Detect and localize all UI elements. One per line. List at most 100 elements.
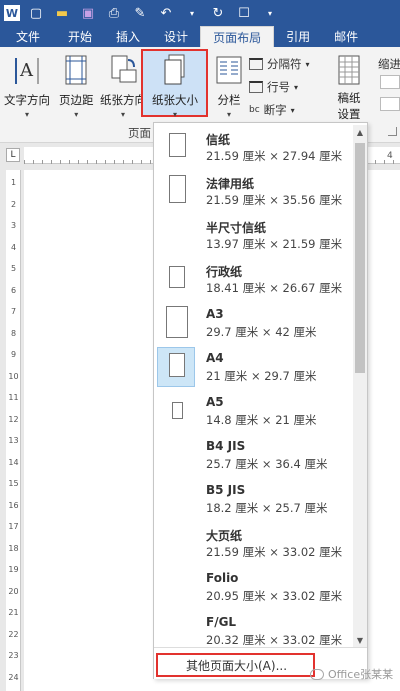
- format-painter-icon[interactable]: ✎: [130, 3, 150, 23]
- vertical-ruler-number: 3: [10, 221, 17, 230]
- dropdown-scrollbar[interactable]: ▲ ▼: [353, 125, 367, 647]
- paper-size-name: 大页纸: [206, 529, 243, 543]
- paper-size-name: Folio: [206, 571, 239, 585]
- paper-size-item[interactable]: 半尺寸信纸 13.97 厘米 × 21.59 厘米: [154, 213, 352, 257]
- paper-size-dimensions: 29.7 厘米 × 42 厘米: [206, 325, 317, 339]
- dialog-launcher-icon[interactable]: [388, 127, 397, 136]
- open-folder-icon[interactable]: ▬: [52, 3, 72, 23]
- save-icon[interactable]: ▣: [78, 3, 98, 23]
- paper-thumb-box: [157, 567, 195, 607]
- indent-label: 缩进: [378, 57, 400, 71]
- more-paper-sizes-button[interactable]: 其他页面大小(A)...: [156, 653, 315, 677]
- vertical-ruler-number: 8: [10, 328, 17, 338]
- vertical-ruler[interactable]: 1 2 3 4 5 6 7 8 9 10 11 12 13 14 15 16 17 18 19 20 21 22 23 24: [6, 170, 21, 691]
- paper-size-item[interactable]: 法律用纸 21.59 厘米 × 35.56 厘米: [154, 169, 352, 213]
- undo-icon[interactable]: ↶: [156, 3, 176, 23]
- paper-thumbnail-icon: [169, 266, 185, 288]
- scrollbar-thumb[interactable]: [355, 143, 365, 373]
- orientation-button[interactable]: 纸张方向 ▾: [100, 52, 146, 124]
- tab-references[interactable]: 引用: [274, 26, 322, 47]
- paper-size-dimensions: 20.32 厘米 × 33.02 厘米: [206, 633, 343, 647]
- tab-selector[interactable]: L: [6, 148, 20, 162]
- tab-insert[interactable]: 插入: [104, 26, 152, 47]
- vertical-ruler-number: 24: [8, 672, 19, 682]
- breaks-icon: [249, 58, 263, 70]
- tab-home[interactable]: 开始: [56, 26, 104, 47]
- chevron-down-icon: ▾: [305, 59, 310, 69]
- customize-toolbar-icon[interactable]: ☐: [234, 3, 254, 23]
- paper-size-name: F/GL: [206, 615, 237, 629]
- paper-size-item[interactable]: A3 29.7 厘米 × 42 厘米: [154, 301, 352, 345]
- columns-button[interactable]: 分栏 ▾: [214, 52, 244, 124]
- hyphenation-button[interactable]: bc 断字 ▾: [249, 100, 295, 120]
- paper-size-item[interactable]: B5 JIS 18.2 厘米 × 25.7 厘米: [154, 477, 352, 521]
- word-app-icon[interactable]: W: [4, 5, 20, 21]
- svg-text:A: A: [19, 60, 34, 81]
- paper-size-item[interactable]: A4 21 厘米 × 29.7 厘米: [154, 345, 352, 389]
- scroll-down-icon[interactable]: ▼: [353, 633, 367, 647]
- line-numbers-button[interactable]: 行号 ▾: [249, 77, 298, 97]
- vertical-ruler-number: 2: [10, 199, 17, 209]
- vertical-ruler-number: 18: [8, 543, 19, 553]
- tab-mailings[interactable]: 邮件: [322, 26, 370, 47]
- paper-size-dimensions: 18.2 厘米 × 25.7 厘米: [206, 501, 328, 515]
- text-direction-button[interactable]: A 文字方向 ▾: [4, 52, 50, 124]
- vertical-ruler-number: 9: [10, 350, 17, 359]
- paper-thumb-box: [157, 259, 195, 299]
- group-label-page-setup: 页面: [128, 126, 151, 140]
- paper-size-name: A5: [206, 395, 224, 409]
- tab-file[interactable]: 文件: [0, 26, 57, 47]
- draft-paper-settings-button[interactable]: 稿纸 设置: [334, 52, 364, 124]
- tab-design[interactable]: 设计: [152, 26, 200, 47]
- paper-thumb-box: [157, 611, 195, 651]
- paper-thumbnail-icon: [169, 133, 186, 157]
- vertical-ruler-number: 22: [8, 629, 19, 639]
- vertical-ruler-number: 19: [8, 565, 19, 574]
- paper-size-button[interactable]: 纸张大小 ▾: [152, 52, 198, 124]
- paper-size-dimensions: 21.59 厘米 × 35.56 厘米: [206, 193, 343, 207]
- draft-paper-icon: [334, 54, 364, 88]
- chevron-down-icon: ▾: [290, 105, 295, 115]
- vertical-ruler-number: 13: [8, 436, 19, 445]
- paper-size-dimensions: 25.7 厘米 × 36.4 厘米: [206, 457, 328, 471]
- paper-size-item[interactable]: 信纸 21.59 厘米 × 27.94 厘米: [154, 125, 352, 169]
- paper-size-item[interactable]: A5 14.8 厘米 × 21 厘米: [154, 389, 352, 433]
- vertical-ruler-number: 23: [8, 651, 19, 660]
- paper-size-item[interactable]: 大页纸 21.59 厘米 × 33.02 厘米: [154, 521, 352, 565]
- scroll-up-icon[interactable]: ▲: [353, 125, 367, 139]
- tab-page-layout[interactable]: 页面布局: [200, 26, 275, 47]
- indent-spinner-icon[interactable]: [380, 75, 400, 89]
- indent-spinner-icon-2[interactable]: [380, 97, 400, 111]
- redo-icon[interactable]: ↻: [208, 3, 228, 23]
- undo-dropdown-icon[interactable]: ▾: [182, 3, 202, 23]
- vertical-ruler-number: 15: [8, 479, 19, 488]
- customize-dropdown-icon[interactable]: ▾: [260, 3, 280, 23]
- line-numbers-icon: [249, 81, 263, 93]
- vertical-ruler-number: 11: [8, 393, 19, 402]
- vertical-ruler-number: 17: [8, 522, 19, 531]
- text-direction-icon: A: [12, 54, 42, 88]
- paper-size-name: 法律用纸: [206, 177, 255, 191]
- watermark: Office张某某: [310, 666, 393, 682]
- margins-button[interactable]: 页边距 ▾: [59, 52, 94, 124]
- paper-thumbnail-icon: [169, 353, 185, 377]
- paper-size-icon: [160, 54, 190, 88]
- paper-thumb-box: [157, 171, 195, 211]
- print-preview-icon[interactable]: ⎙: [104, 3, 124, 23]
- paper-size-item[interactable]: B4 JIS 25.7 厘米 × 36.4 厘米: [154, 433, 352, 477]
- paper-size-item[interactable]: 行政纸 18.41 厘米 × 26.67 厘米: [154, 257, 352, 301]
- ruler-number: 4: [387, 151, 393, 161]
- paper-thumb-box: [157, 215, 195, 255]
- orientation-icon: [108, 54, 138, 88]
- new-document-icon[interactable]: ▢: [26, 3, 46, 23]
- paper-thumb-box: [157, 479, 195, 519]
- quick-access-toolbar: W ▢ ▬ ▣ ⎙ ✎ ↶ ▾ ↻ ☐ ▾: [0, 0, 400, 26]
- columns-icon: [214, 54, 244, 88]
- vertical-ruler-number: 20: [8, 586, 19, 596]
- vertical-ruler-number: 10: [8, 371, 19, 381]
- breaks-button[interactable]: 分隔符 ▾: [249, 54, 310, 74]
- vertical-ruler-number: 16: [8, 500, 19, 510]
- paper-size-dimensions: 20.95 厘米 × 33.02 厘米: [206, 589, 343, 603]
- paper-size-item[interactable]: Folio 20.95 厘米 × 33.02 厘米: [154, 565, 352, 609]
- paper-thumb-box: [157, 523, 195, 563]
